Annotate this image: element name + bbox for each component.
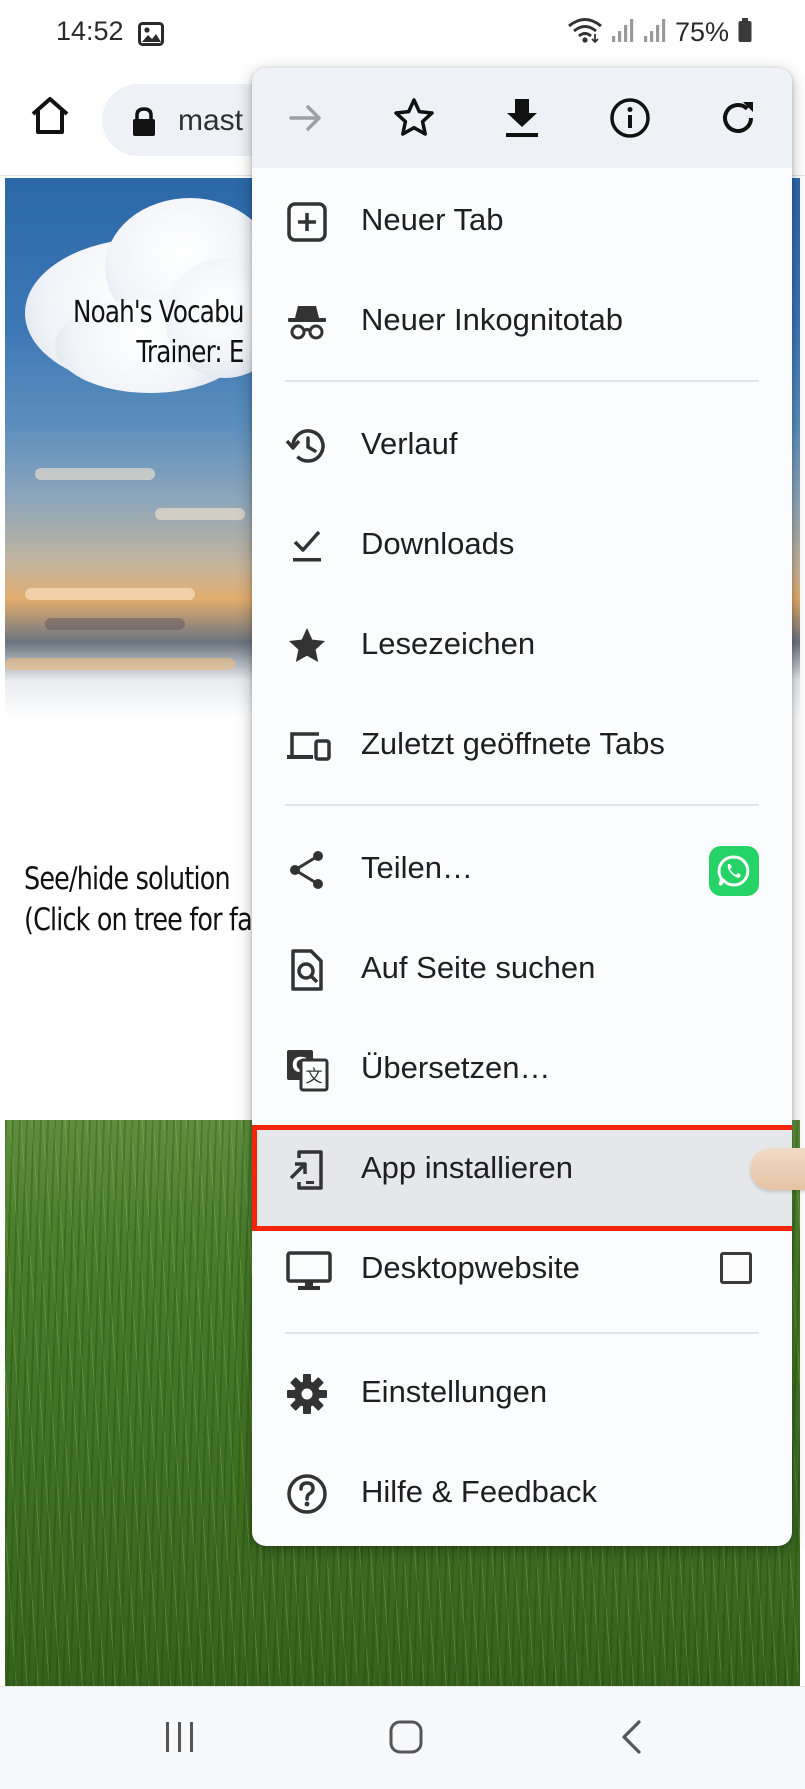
banner-title-line-2: Trainer: E	[136, 335, 244, 370]
solution-line-1: See/hide solution	[24, 861, 231, 897]
menu-item-settings[interactable]: Einstellungen	[252, 1342, 792, 1442]
new-tab-icon	[285, 200, 329, 244]
menu-item-share[interactable]: Teilen…	[252, 818, 792, 918]
desktop-icon	[285, 1248, 332, 1292]
devices-icon	[285, 724, 331, 768]
forward-arrow-icon	[289, 105, 321, 131]
menu-divider	[285, 380, 759, 382]
menu-item-history[interactable]: Verlauf	[252, 394, 792, 494]
share-icon	[285, 848, 329, 892]
menu-item-install-app[interactable]: App installieren	[252, 1118, 792, 1218]
menu-item-new-tab[interactable]: Neuer Tab	[252, 170, 792, 270]
menu-icon-bar	[252, 68, 792, 168]
find-in-page-icon	[285, 948, 329, 992]
back-icon[interactable]	[612, 1717, 652, 1762]
forward-button[interactable]	[282, 94, 330, 142]
system-navigation-bar	[0, 1686, 805, 1789]
menu-item-label: Hilfe & Feedback	[361, 1474, 598, 1509]
home-icon	[31, 97, 69, 134]
signal-icon	[611, 17, 635, 48]
incognito-icon	[285, 300, 329, 344]
menu-item-label: Übersetzen…	[361, 1050, 551, 1085]
download-icon	[506, 99, 538, 137]
desktop-site-checkbox[interactable]	[720, 1252, 752, 1284]
finger-pointer	[750, 1148, 805, 1190]
downloads-check-icon	[285, 524, 329, 568]
wifi-icon	[567, 16, 603, 49]
settings-icon	[285, 1372, 329, 1416]
url-text: mast	[178, 104, 244, 137]
solution-toggle-text[interactable]: See/hide solution (Click on tree for fa	[24, 859, 253, 941]
battery-icon	[737, 17, 753, 48]
menu-divider	[285, 804, 759, 806]
signal-icon-2	[643, 17, 667, 48]
menu-item-help-feedback[interactable]: Hilfe & Feedback	[252, 1442, 792, 1542]
home-button[interactable]	[26, 92, 74, 140]
menu-item-label: App installieren	[361, 1150, 573, 1185]
star-outline-icon	[394, 98, 434, 136]
menu-item-label: Verlauf	[361, 426, 458, 461]
menu-item-recent-tabs[interactable]: Zuletzt geöffnete Tabs	[252, 694, 792, 794]
svg-text:文: 文	[306, 1067, 323, 1087]
translate-icon: G 文	[285, 1048, 329, 1092]
install-app-icon	[285, 1148, 329, 1192]
menu-item-label: Teilen…	[361, 850, 473, 885]
gallery-icon	[138, 22, 164, 51]
info-icon	[610, 98, 650, 138]
browser-overflow-menu: Neuer Tab Neuer Inkognitotab Verlauf Dow…	[252, 68, 792, 1546]
status-bar: 14:52 75%	[0, 0, 805, 70]
lock-icon	[130, 106, 158, 143]
history-icon	[285, 424, 329, 468]
reload-icon	[723, 102, 753, 133]
menu-item-bookmarks[interactable]: Lesezeichen	[252, 594, 792, 694]
menu-divider	[285, 1332, 759, 1334]
status-time: 14:52	[56, 16, 124, 46]
help-icon	[285, 1472, 329, 1516]
whatsapp-icon[interactable]	[709, 846, 759, 896]
recent-apps-icon[interactable]	[160, 1719, 200, 1760]
menu-item-translate[interactable]: G 文 Übersetzen…	[252, 1018, 792, 1118]
solution-line-2: (Click on tree for fa	[24, 902, 253, 938]
menu-item-label: Zuletzt geöffnete Tabs	[361, 726, 665, 761]
page-info-button[interactable]	[606, 94, 654, 142]
banner-title-line-1: Noah's Vocabu	[73, 295, 244, 330]
menu-item-label: Downloads	[361, 526, 515, 561]
menu-item-label: Einstellungen	[361, 1374, 548, 1409]
status-indicators: 75%	[567, 16, 753, 49]
star-filled-icon	[285, 624, 329, 668]
menu-item-downloads[interactable]: Downloads	[252, 494, 792, 594]
menu-item-new-incognito-tab[interactable]: Neuer Inkognitotab	[252, 270, 792, 370]
battery-percentage: 75%	[674, 17, 729, 47]
menu-item-label: Neuer Tab	[361, 202, 504, 237]
menu-item-find-in-page[interactable]: Auf Seite suchen	[252, 918, 792, 1018]
menu-item-label: Desktopwebsite	[361, 1250, 580, 1285]
menu-item-label: Auf Seite suchen	[361, 950, 596, 985]
menu-item-label: Lesezeichen	[361, 626, 536, 661]
home-nav-icon[interactable]	[386, 1717, 426, 1762]
download-button[interactable]	[498, 94, 546, 142]
bookmark-button[interactable]	[390, 94, 438, 142]
reload-button[interactable]	[714, 94, 762, 142]
menu-item-desktop-site[interactable]: Desktopwebsite	[252, 1218, 792, 1318]
banner-title: Noah's Vocabu Trainer: E	[73, 293, 244, 373]
menu-item-label: Neuer Inkognitotab	[361, 302, 623, 337]
